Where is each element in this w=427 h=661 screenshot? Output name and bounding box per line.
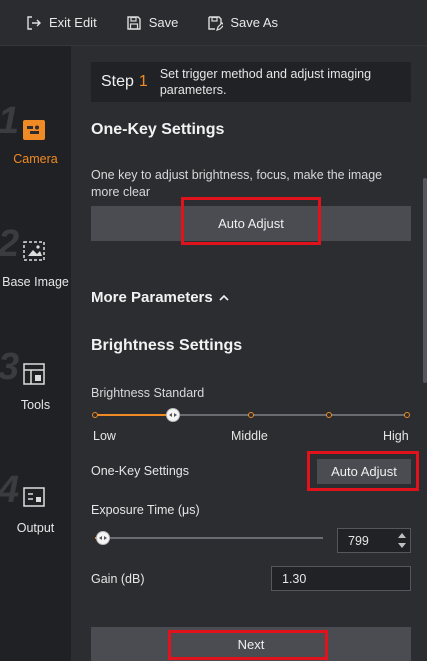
level-high-label: High — [383, 429, 409, 443]
save-button[interactable]: Save — [126, 0, 179, 46]
slider-tick — [248, 412, 254, 418]
chevron-up-icon — [219, 294, 229, 301]
nav-item-output[interactable]: 4 Output — [0, 471, 71, 551]
brightness-settings-title: Brightness Settings — [91, 337, 243, 354]
auto-adjust-button[interactable]: Auto Adjust — [91, 206, 411, 241]
nav-label-base-image: Base Image — [2, 275, 69, 289]
exit-edit-button[interactable]: Exit Edit — [26, 0, 97, 46]
slider-handle[interactable] — [96, 531, 110, 545]
level-middle-label: Middle — [231, 429, 268, 443]
camera-icon — [20, 118, 48, 142]
tools-icon — [20, 362, 48, 386]
exit-icon — [26, 15, 42, 31]
nav-label-camera: Camera — [13, 152, 58, 166]
slider-tick — [404, 412, 410, 418]
nav-label-output: Output — [16, 521, 55, 535]
step-word: Step — [101, 73, 134, 90]
more-parameters-label: More Parameters — [91, 289, 213, 306]
one-key-description: One key to adjust brightness, focus, mak… — [91, 168, 383, 199]
nav-item-base-image[interactable]: 2 Base Image — [0, 225, 71, 305]
one-key-settings-title: One-Key Settings — [91, 121, 225, 138]
step-number: 1 — [138, 73, 148, 90]
spin-down-icon[interactable] — [398, 543, 406, 548]
toolbar: Exit Edit Save Save As — [0, 0, 427, 46]
save-as-icon — [207, 15, 224, 31]
gain-label: Gain (dB) — [91, 572, 145, 586]
scrollbar[interactable] — [423, 46, 427, 661]
brightness-standard-label: Brightness Standard — [91, 386, 205, 400]
nav-label-tools: Tools — [20, 398, 51, 412]
nav-step-number: 1 — [0, 100, 20, 142]
slider-tick — [92, 412, 98, 418]
level-low-label: Low — [93, 429, 116, 443]
exposure-spinner[interactable] — [396, 528, 410, 553]
base-image-icon — [20, 239, 48, 263]
one-key-settings-label: One-Key Settings — [91, 464, 189, 478]
slider-tick — [326, 412, 332, 418]
save-as-button[interactable]: Save As — [207, 0, 278, 46]
save-icon — [126, 15, 142, 31]
step-navigation: 1 Camera 2 Base Image 3 Tools 4 Output — [0, 46, 71, 661]
slider-fill — [95, 414, 173, 416]
slider-track — [95, 537, 323, 539]
step-banner: Step 1 Set trigger method and adjust ima… — [91, 62, 411, 102]
nav-step-number: 2 — [0, 223, 20, 265]
exposure-time-label: Exposure Time (μs) — [91, 503, 200, 517]
spin-up-icon[interactable] — [398, 533, 406, 538]
output-icon — [20, 485, 48, 509]
step-description: Set trigger method and adjust imaging pa… — [159, 67, 372, 97]
nav-item-tools[interactable]: 3 Tools — [0, 348, 71, 428]
nav-step-number: 3 — [0, 346, 20, 388]
nav-step-number: 4 — [0, 469, 20, 511]
next-button[interactable]: Next — [91, 627, 411, 661]
scrollbar-thumb[interactable] — [423, 178, 427, 383]
brightness-auto-adjust-button[interactable]: Auto Adjust — [317, 459, 411, 484]
gain-input[interactable] — [271, 566, 411, 591]
settings-panel: Step 1 Set trigger method and adjust ima… — [71, 46, 427, 661]
nav-item-camera[interactable]: 1 Camera — [0, 102, 71, 182]
more-parameters-toggle[interactable]: More Parameters — [91, 289, 229, 306]
save-as-label: Save As — [230, 15, 279, 30]
slider-handle[interactable] — [166, 408, 180, 422]
save-label: Save — [148, 15, 179, 30]
exit-edit-label: Exit Edit — [49, 15, 97, 30]
